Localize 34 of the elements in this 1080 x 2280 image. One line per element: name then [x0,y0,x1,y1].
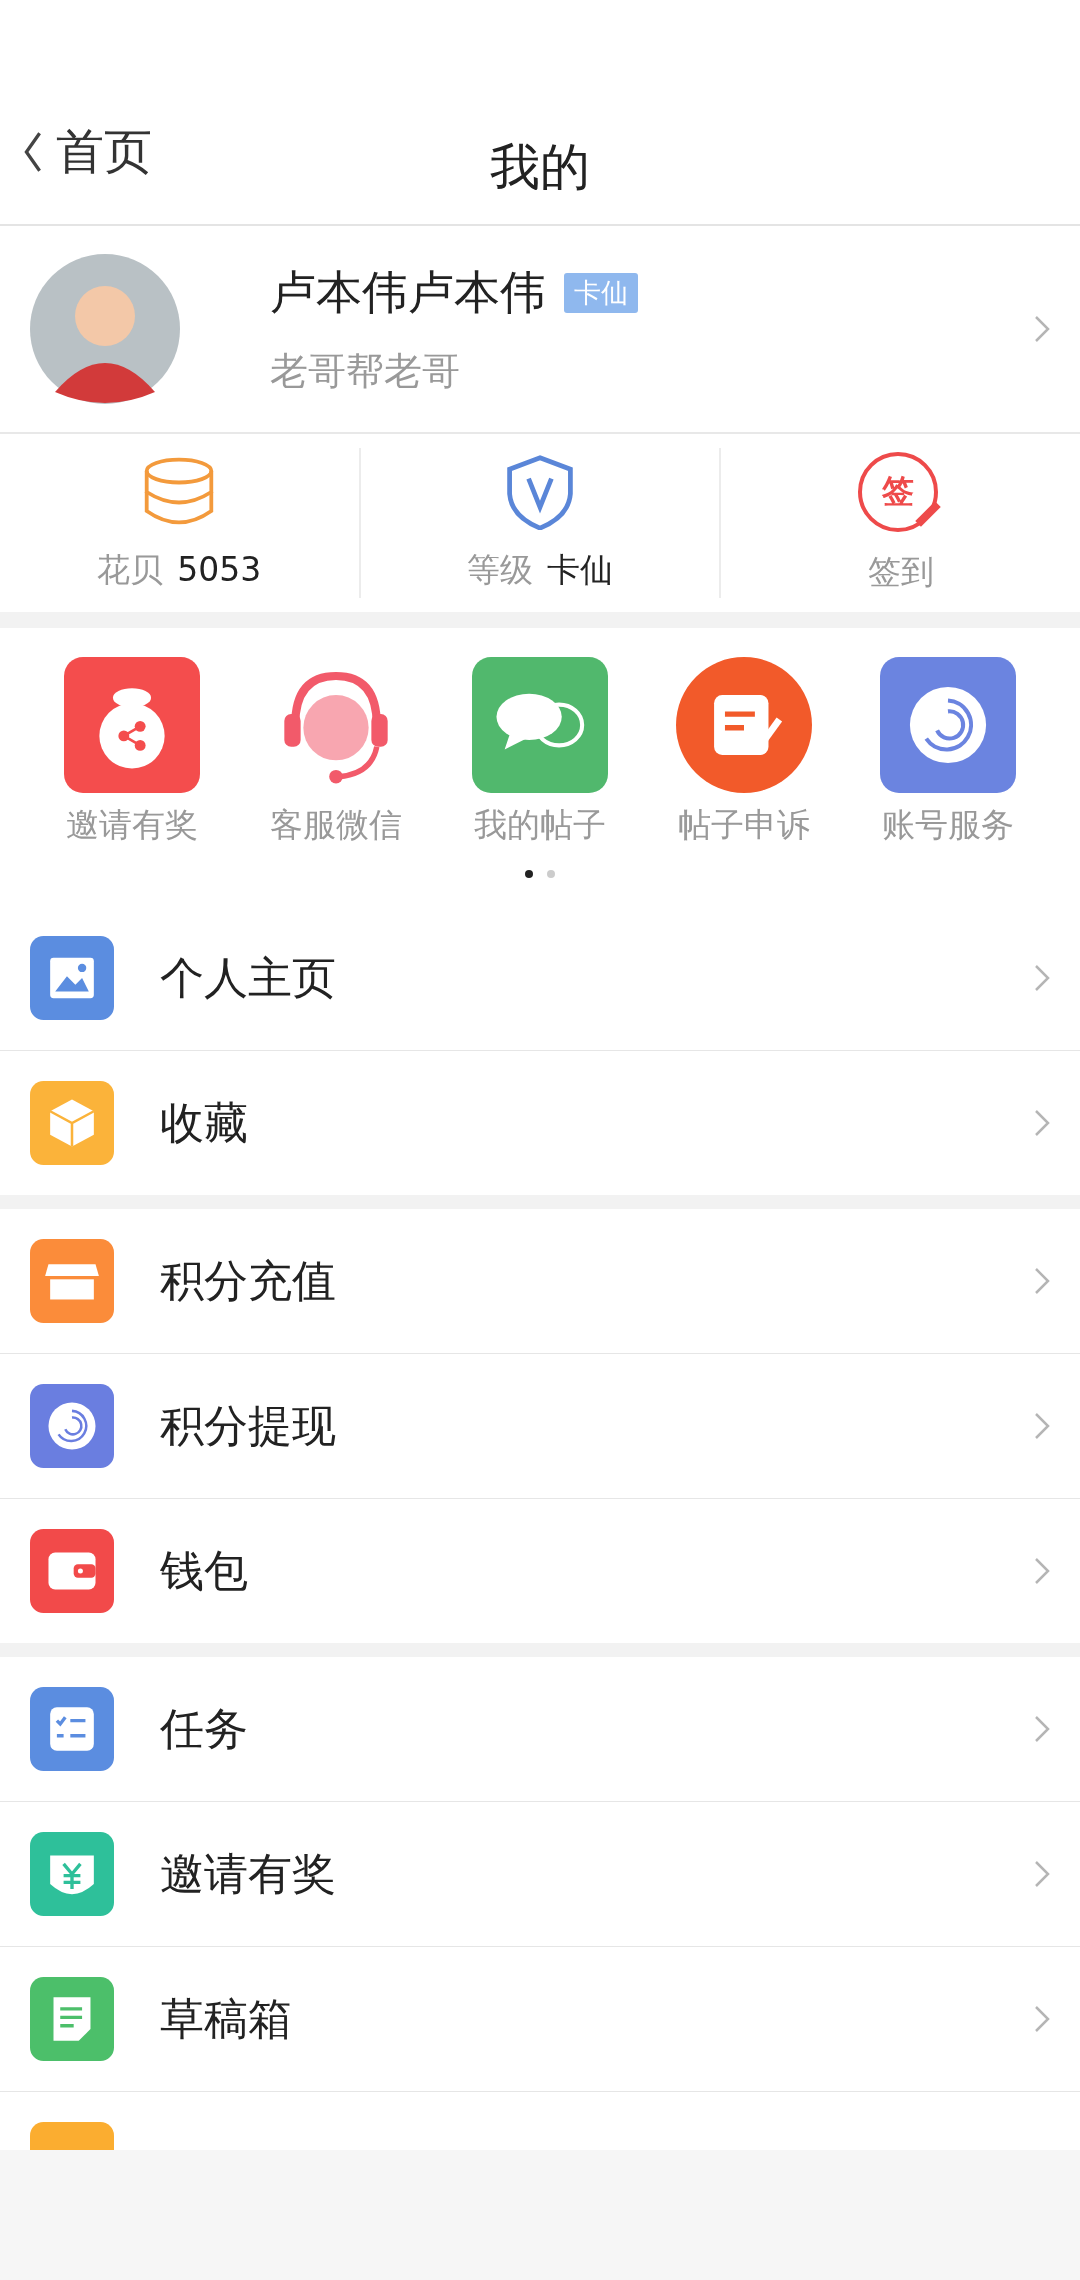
stat-label: 花贝 [97,548,164,591]
stat-item[interactable]: 签 签到 [719,448,1080,598]
menu-item[interactable]: 邀请有奖 [0,1801,1080,1946]
menu-item[interactable]: 积分提现 [0,1353,1080,1498]
note-icon [676,657,812,793]
user-name: 卢本伟卢本伟 [270,263,546,321]
page-dot[interactable] [547,870,555,878]
stat-value: 卡仙 [547,548,613,591]
user-motto: 老哥帮老哥 [270,347,461,395]
stat-label: 等级 [467,548,533,591]
menu-item[interactable]: 草稿箱 [0,1946,1080,2091]
stat-label: 签到 [867,550,934,593]
yen-icon [30,1832,114,1916]
checklist-icon [30,1687,114,1771]
back-button[interactable]: 首页 [22,120,152,184]
rank-badge: 卡仙 [564,272,638,313]
menu-item[interactable]: 任务 [0,1657,1080,1801]
menu-item[interactable]: 钱包 [0,1498,1080,1643]
page-dot[interactable] [525,870,533,878]
document-icon [30,1977,114,2061]
profile-card[interactable]: 卢本伟卢本伟 卡仙 老哥帮老哥 [0,226,1080,434]
stat-item[interactable]: 等级 卡仙 [358,448,720,598]
menu-item[interactable]: 收藏 [0,1050,1080,1195]
shop-icon [30,1239,114,1323]
chat-icon [472,657,608,793]
image-icon [30,936,114,1020]
stat-value: 5053 [177,549,262,589]
page-title: 我的 [490,136,590,198]
menu-item[interactable]: 积分充值 [0,1209,1080,1353]
wallet-icon [30,1529,114,1613]
moneybag-icon [64,657,200,793]
menu-item[interactable]: 个人主页 [0,906,1080,1050]
stat-item[interactable]: 花贝 5053 [0,448,359,598]
box-icon [30,1081,114,1165]
